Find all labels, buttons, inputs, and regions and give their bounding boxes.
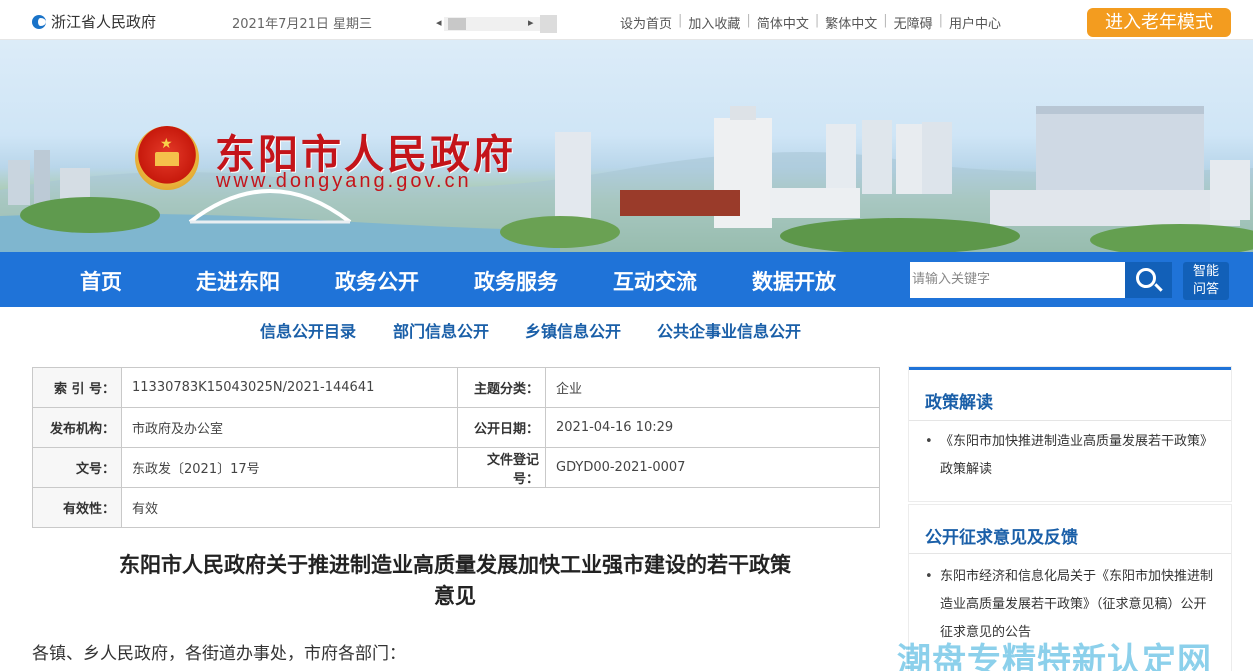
table-row: 发布机构： 市政府及办公室 公开日期： 2021-04-16 10:29 (32, 407, 880, 448)
document-salutation: 各镇、乡人民政府，各街道办事处，市府各部门： (32, 644, 406, 664)
publish-date-value: 2021-04-16 10:29 (545, 407, 880, 448)
top-links: 设为首页 | 加入收藏 | 简体中文 | 繁体中文 | 无障碍 | 用户中心 (620, 13, 1001, 32)
subnav-info-catalog[interactable]: 信息公开目录 (260, 318, 356, 342)
policy-interpretation-panel: 政策解读 《东阳市加快推进制造业高质量发展若干政策》政策解读 (909, 367, 1231, 501)
header-banner: ★ 东阳市人民政府 www.dongyang.gov.cn (0, 40, 1253, 252)
province-gov-label: 浙江省人民政府 (51, 13, 157, 31)
top-utility-bar: 浙江省人民政府 2021年7月21日 星期三 ◂ ▸ 设为首页 | 加入收藏 |… (0, 0, 1253, 40)
main-navigation: 首页 走进东阳 政务公开 政务服务 互动交流 数据开放 请输入关键字 智能 问答 (0, 252, 1253, 307)
accessibility-link[interactable]: 无障碍 (894, 13, 933, 32)
nav-gov-services[interactable]: 政务服务 (474, 266, 558, 296)
divider: | (814, 13, 820, 28)
smart-qa-label-line1: 智能 (1192, 264, 1219, 279)
divider: | (883, 13, 888, 28)
zhejiang-logo-icon (32, 14, 46, 29)
index-no-label: 索 引 号： (32, 367, 122, 408)
policy-interpretation-link[interactable]: 《东阳市加快推进制造业高质量发展若干政策》政策解读 (925, 428, 1215, 484)
subnav-town-info[interactable]: 乡镇信息公开 (525, 318, 621, 342)
nav-home[interactable]: 首页 (80, 266, 122, 296)
simplified-chinese-link[interactable]: 简体中文 (757, 13, 809, 32)
topic-label: 主题分类： (457, 367, 546, 408)
topic-value: 企业 (545, 367, 880, 408)
document-title-line1: 东阳市人民政府关于推进制造业高质量发展加快工业强市建设的若干政策 (119, 553, 791, 577)
doc-number-value: 东政发〔2021〕17号 (121, 447, 458, 488)
set-homepage-link[interactable]: 设为首页 (620, 13, 672, 32)
site-url: www.dongyang.gov.cn (216, 170, 472, 192)
doc-number-label: 文号： (32, 447, 122, 488)
scroll-left-arrow-icon[interactable]: ◂ (436, 16, 442, 29)
table-row: 有效性： 有效 (32, 487, 880, 528)
divider: | (678, 13, 683, 28)
ticker-scrollbar[interactable]: ◂ ▸ (432, 15, 557, 33)
elder-mode-button[interactable]: 进入老年模式 (1087, 8, 1231, 37)
public-feedback-heading[interactable]: 公开征求意见及反馈 (925, 523, 1078, 548)
smart-qa-button[interactable]: 智能 问答 (1183, 262, 1229, 300)
add-favorite-link[interactable]: 加入收藏 (688, 13, 740, 32)
index-no-value: 11330783K15043025N/2021-144641 (121, 367, 458, 408)
table-row: 索 引 号： 11330783K15043025N/2021-144641 主题… (32, 367, 880, 408)
issuer-label: 发布机构： (32, 407, 122, 448)
scrollbar-end-cap (540, 15, 557, 33)
validity-value: 有效 (121, 487, 880, 528)
divider (909, 420, 1231, 421)
divider (909, 553, 1231, 554)
nav-interaction[interactable]: 互动交流 (613, 266, 697, 296)
search-input[interactable]: 请输入关键字 (910, 262, 1125, 298)
subnav-public-enterprise-info[interactable]: 公共企事业信息公开 (657, 318, 801, 342)
validity-label: 有效性： (32, 487, 122, 528)
issuer-value: 市政府及办公室 (121, 407, 458, 448)
scroll-right-arrow-icon[interactable]: ▸ (528, 16, 534, 29)
document-title-line2: 意见 (434, 584, 476, 608)
policy-interpretation-heading[interactable]: 政策解读 (925, 388, 993, 413)
divider: | (938, 13, 944, 28)
search-icon-handle (1154, 283, 1163, 292)
traditional-chinese-link[interactable]: 繁体中文 (825, 13, 877, 32)
info-disclosure-subnav: 信息公开目录 部门信息公开 乡镇信息公开 公共企事业信息公开 (0, 307, 1253, 349)
nav-about-dongyang[interactable]: 走进东阳 (196, 266, 280, 296)
subnav-dept-info[interactable]: 部门信息公开 (393, 318, 489, 342)
document-metadata-table: 索 引 号： 11330783K15043025N/2021-144641 主题… (32, 367, 880, 528)
nav-open-data[interactable]: 数据开放 (752, 266, 836, 296)
emblem-star-icon: ★ (160, 136, 173, 152)
table-row: 文号： 东政发〔2021〕17号 文件登记号： GDYD00-2021-0007 (32, 447, 880, 488)
document-title: 东阳市人民政府关于推进制造业高质量发展加快工业强市建设的若干政策 意见 (40, 550, 870, 612)
scrollbar-thumb[interactable] (448, 18, 466, 30)
emblem-gate-icon (155, 152, 179, 166)
nav-gov-affairs-public[interactable]: 政务公开 (335, 266, 419, 296)
registration-no-label: 文件登记号： (457, 447, 546, 488)
registration-no-value: GDYD00-2021-0007 (545, 447, 880, 488)
smart-qa-label-line2: 问答 (1192, 282, 1219, 297)
province-gov-link[interactable]: 浙江省人民政府 (32, 11, 156, 32)
user-center-link[interactable]: 用户中心 (949, 13, 1001, 32)
publish-date-label: 公开日期： (457, 407, 546, 448)
national-emblem-icon: ★ (135, 126, 199, 190)
watermark-text: 潮盘专精特新认定网 (897, 641, 1212, 671)
divider: | (746, 13, 751, 28)
current-date: 2021年7月21日 星期三 (232, 17, 373, 32)
search-button[interactable] (1125, 262, 1172, 298)
